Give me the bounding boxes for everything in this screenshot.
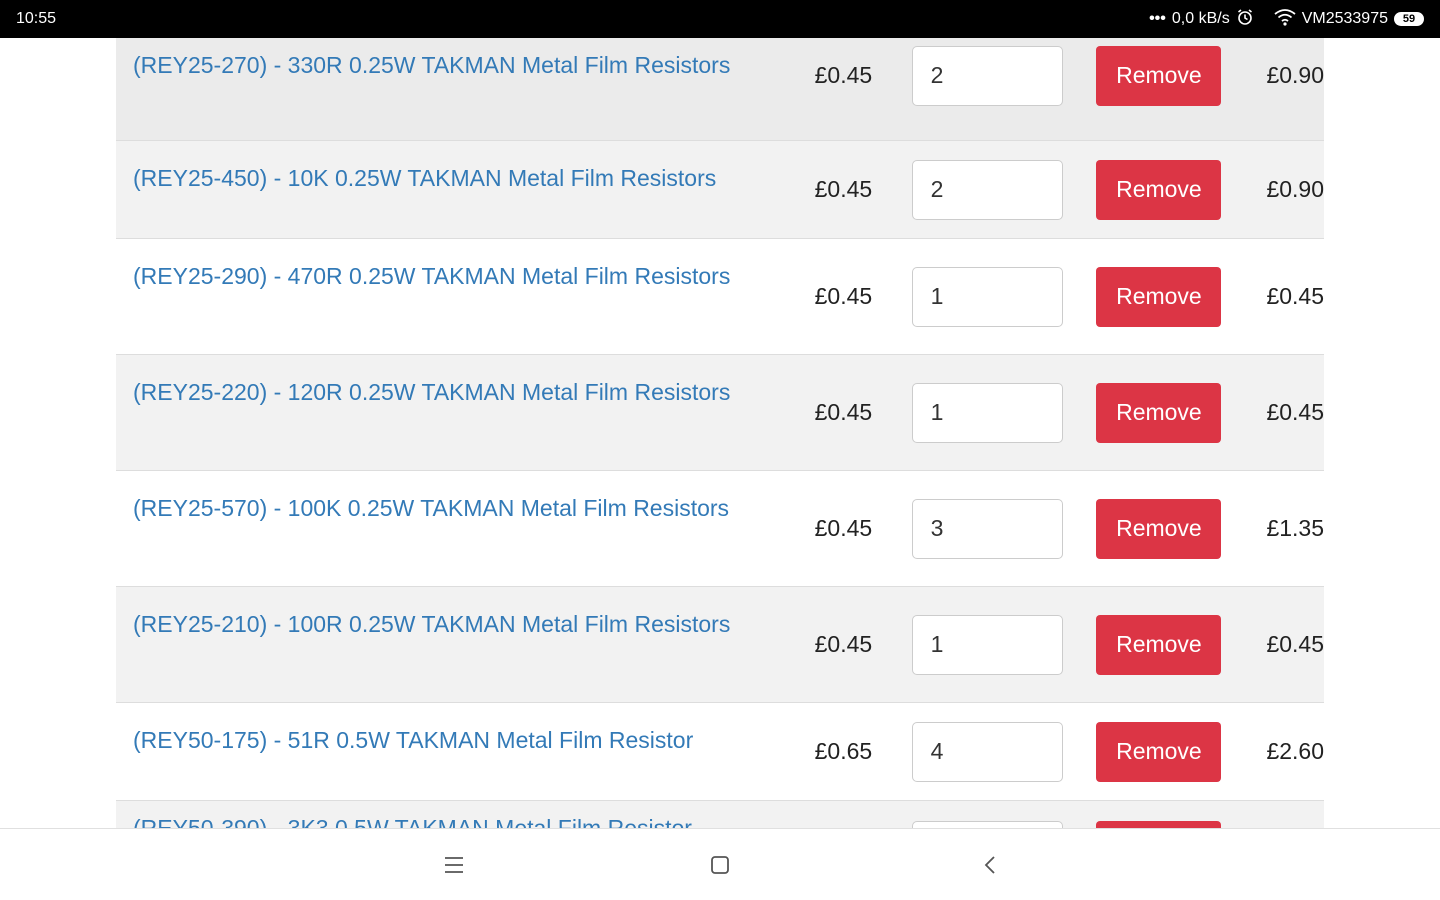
remove-cell: Remove — [1063, 721, 1222, 782]
remove-button[interactable]: Remove — [1096, 266, 1222, 327]
quantity-input[interactable] — [911, 614, 1063, 675]
status-bar: 10:55 ••• 0,0 kB/s VM2533975 59 — [0, 0, 1440, 38]
page-viewport[interactable]: (REY25-270) - 330R 0.25W TAKMAN Metal Fi… — [0, 38, 1440, 828]
cart-row: (REY25-220) - 120R 0.25W TAKMAN Metal Fi… — [116, 355, 1324, 471]
navigation-bar — [0, 828, 1440, 900]
product-name-cell: (REY50-175) - 51R 0.5W TAKMAN Metal Film… — [116, 703, 748, 800]
remove-button[interactable]: Remove — [1096, 721, 1222, 782]
product-link[interactable]: (REY50-390) - 3K3 0.5W TAKMAN Metal Film… — [133, 809, 692, 828]
product-name-cell: (REY25-450) - 10K 0.25W TAKMAN Metal Fil… — [116, 141, 748, 238]
line-total: £0.45 — [1266, 399, 1325, 425]
quantity-cell — [872, 614, 1063, 675]
remove-cell: Remove — [1063, 821, 1222, 828]
cart-row: (REY25-570) - 100K 0.25W TAKMAN Metal Fi… — [116, 471, 1324, 587]
quantity-cell — [872, 821, 1063, 828]
line-total: £0.45 — [1266, 283, 1325, 309]
quantity-cell — [872, 498, 1063, 559]
unit-price: £0.45 — [814, 62, 873, 88]
remove-cell: Remove — [1063, 266, 1222, 327]
wifi-name: VM2533975 — [1301, 10, 1388, 27]
battery-icon: 59 — [1394, 12, 1424, 26]
product-name-cell: (REY25-290) - 470R 0.25W TAKMAN Metal Fi… — [116, 239, 748, 354]
remove-button[interactable]: Remove — [1096, 159, 1222, 220]
cart-row: (REY50-390) - 3K3 0.5W TAKMAN Metal Film… — [116, 801, 1324, 828]
quantity-cell — [872, 382, 1063, 443]
status-indicators: ••• 0,0 kB/s VM2533975 59 — [1149, 8, 1424, 31]
status-time: 10:55 — [16, 10, 57, 27]
quantity-input[interactable] — [911, 159, 1063, 220]
line-total: £0.90 — [1266, 176, 1325, 202]
line-total: £0.45 — [1266, 631, 1325, 657]
product-link[interactable]: (REY50-175) - 51R 0.5W TAKMAN Metal Film… — [133, 721, 693, 760]
product-name-cell: (REY25-270) - 330R 0.25W TAKMAN Metal Fi… — [116, 38, 748, 140]
quantity-input[interactable] — [911, 266, 1063, 327]
remove-cell: Remove — [1063, 498, 1222, 559]
cart-row: (REY25-290) - 470R 0.25W TAKMAN Metal Fi… — [116, 239, 1324, 355]
unit-price: £0.45 — [814, 631, 873, 657]
product-link[interactable]: (REY25-220) - 120R 0.25W TAKMAN Metal Fi… — [133, 373, 730, 412]
product-link[interactable]: (REY25-270) - 330R 0.25W TAKMAN Metal Fi… — [133, 46, 730, 85]
alarm-icon — [1236, 8, 1254, 31]
quantity-input[interactable] — [911, 382, 1063, 443]
cart-table: (REY25-270) - 330R 0.25W TAKMAN Metal Fi… — [116, 38, 1324, 828]
quantity-input[interactable] — [911, 821, 1063, 828]
cart-row: (REY25-450) - 10K 0.25W TAKMAN Metal Fil… — [116, 141, 1324, 239]
cart-row: (REY50-175) - 51R 0.5W TAKMAN Metal Film… — [116, 703, 1324, 801]
quantity-cell — [872, 721, 1063, 782]
remove-button[interactable]: Remove — [1096, 498, 1222, 559]
unit-price: £0.65 — [814, 738, 873, 764]
unit-price: £0.45 — [814, 176, 873, 202]
remove-button[interactable]: Remove — [1096, 821, 1222, 828]
line-total: £1.35 — [1266, 515, 1325, 541]
quantity-input[interactable] — [911, 498, 1063, 559]
product-name-cell: (REY25-220) - 120R 0.25W TAKMAN Metal Fi… — [116, 355, 748, 470]
product-link[interactable]: (REY25-290) - 470R 0.25W TAKMAN Metal Fi… — [133, 257, 730, 296]
back-chevron-icon[interactable] — [976, 851, 1004, 879]
battery-level: 59 — [1402, 13, 1416, 25]
menu-icon[interactable] — [440, 851, 468, 879]
remove-cell: Remove — [1063, 382, 1222, 443]
product-name-cell: (REY50-390) - 3K3 0.5W TAKMAN Metal Film… — [116, 801, 748, 828]
product-name-cell: (REY25-210) - 100R 0.25W TAKMAN Metal Fi… — [116, 587, 748, 702]
remove-cell: Remove — [1063, 45, 1222, 106]
remove-cell: Remove — [1063, 159, 1222, 220]
wifi-icon — [1274, 8, 1296, 31]
quantity-input[interactable] — [911, 45, 1063, 106]
product-link[interactable]: (REY25-210) - 100R 0.25W TAKMAN Metal Fi… — [133, 605, 730, 644]
unit-price: £0.45 — [814, 283, 873, 309]
product-link[interactable]: (REY25-570) - 100K 0.25W TAKMAN Metal Fi… — [133, 489, 729, 528]
product-link[interactable]: (REY25-450) - 10K 0.25W TAKMAN Metal Fil… — [133, 159, 716, 198]
quantity-cell — [872, 159, 1063, 220]
cart-row: (REY25-210) - 100R 0.25W TAKMAN Metal Fi… — [116, 587, 1324, 703]
remove-button[interactable]: Remove — [1096, 45, 1222, 106]
unit-price: £0.45 — [814, 515, 873, 541]
product-name-cell: (REY25-570) - 100K 0.25W TAKMAN Metal Fi… — [116, 471, 748, 586]
line-total: £0.90 — [1266, 62, 1325, 88]
unit-price: £0.45 — [814, 399, 873, 425]
quantity-cell — [872, 45, 1063, 106]
cart-row: (REY25-270) - 330R 0.25W TAKMAN Metal Fi… — [116, 38, 1324, 141]
quantity-cell — [872, 266, 1063, 327]
home-square-icon[interactable] — [706, 851, 734, 879]
remove-button[interactable]: Remove — [1096, 382, 1222, 443]
quantity-input[interactable] — [911, 721, 1063, 782]
line-total: £2.60 — [1266, 738, 1325, 764]
remove-cell: Remove — [1063, 614, 1222, 675]
more-dots-icon: ••• — [1149, 10, 1166, 27]
remove-button[interactable]: Remove — [1096, 614, 1222, 675]
network-speed: 0,0 kB/s — [1171, 10, 1230, 27]
